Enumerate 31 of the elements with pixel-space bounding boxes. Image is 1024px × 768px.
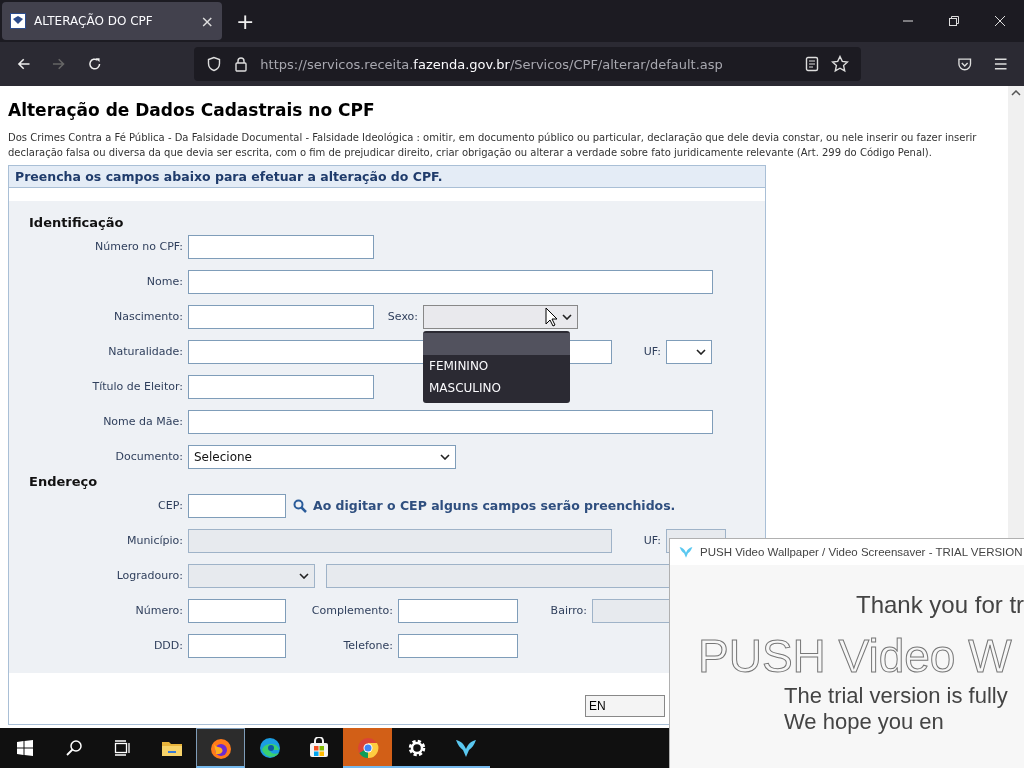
field-label: Bairro:	[549, 604, 587, 617]
field-label: Número:	[134, 604, 183, 617]
product-logo-text: PUSH Video W	[698, 629, 1013, 683]
field-label: Número no CPF:	[94, 240, 183, 253]
field-label: Complemento:	[310, 604, 393, 617]
page-title: Alteração de Dados Cadastrais no CPF	[8, 100, 376, 120]
field-label: UF:	[642, 345, 661, 358]
cep-hint: Ao digitar o CEP alguns campos serão preenchidos.	[313, 498, 676, 513]
field-label: CEP:	[157, 499, 183, 512]
field-label: Município:	[125, 534, 183, 547]
trial-text: The trial version is fully	[783, 683, 1009, 709]
field-label: DDD:	[152, 639, 183, 652]
legal-notice: Dos Crimes Contra a Fé Pública - Da Falsidade Documental - Falsidade Ideológica : omitir, em documento público ou particular, declaração que dele devia constar, ou nele inserir ou fazer inserir declaração falsa ou diversa da que devia ser escrita, com o fim de prejudicar direito, criar obrigação ou alterar a verdade sobre fato juridicamente relevante (Art. 299 do Código Penal).	[8, 131, 978, 160]
field-label: Nome da Mãe:	[102, 415, 183, 428]
field-label: Documento:	[114, 450, 183, 463]
field-label: Naturalidade:	[107, 345, 183, 358]
field-label: Nome:	[145, 275, 183, 288]
field-label: Nascimento:	[113, 310, 183, 323]
field-label: Sexo:	[386, 310, 418, 323]
trial-text: We hope you en	[783, 709, 945, 735]
url-text: https://servicos.receita.fazenda.gov.br/Servicos/CPF/alterar/default.asp	[260, 56, 723, 72]
field-label: Título de Eleitor:	[91, 380, 183, 393]
window-title: PUSH Video Wallpaper / Video Screensaver - TRIAL VERSION	[700, 546, 1023, 558]
tab-title: ALTERAÇÃO DO CPF	[34, 14, 154, 28]
section-title: Identificação	[29, 215, 125, 229]
field-label: UF:	[642, 534, 661, 547]
panel-header: Preencha os campos abaixo para efetuar a alteração do CPF.	[9, 166, 765, 188]
field-label: Logradouro:	[115, 569, 183, 582]
field-label: Telefone:	[342, 639, 393, 652]
section-title: Endereço	[29, 474, 99, 488]
thanks-text: Thank you for tr	[855, 590, 1024, 619]
